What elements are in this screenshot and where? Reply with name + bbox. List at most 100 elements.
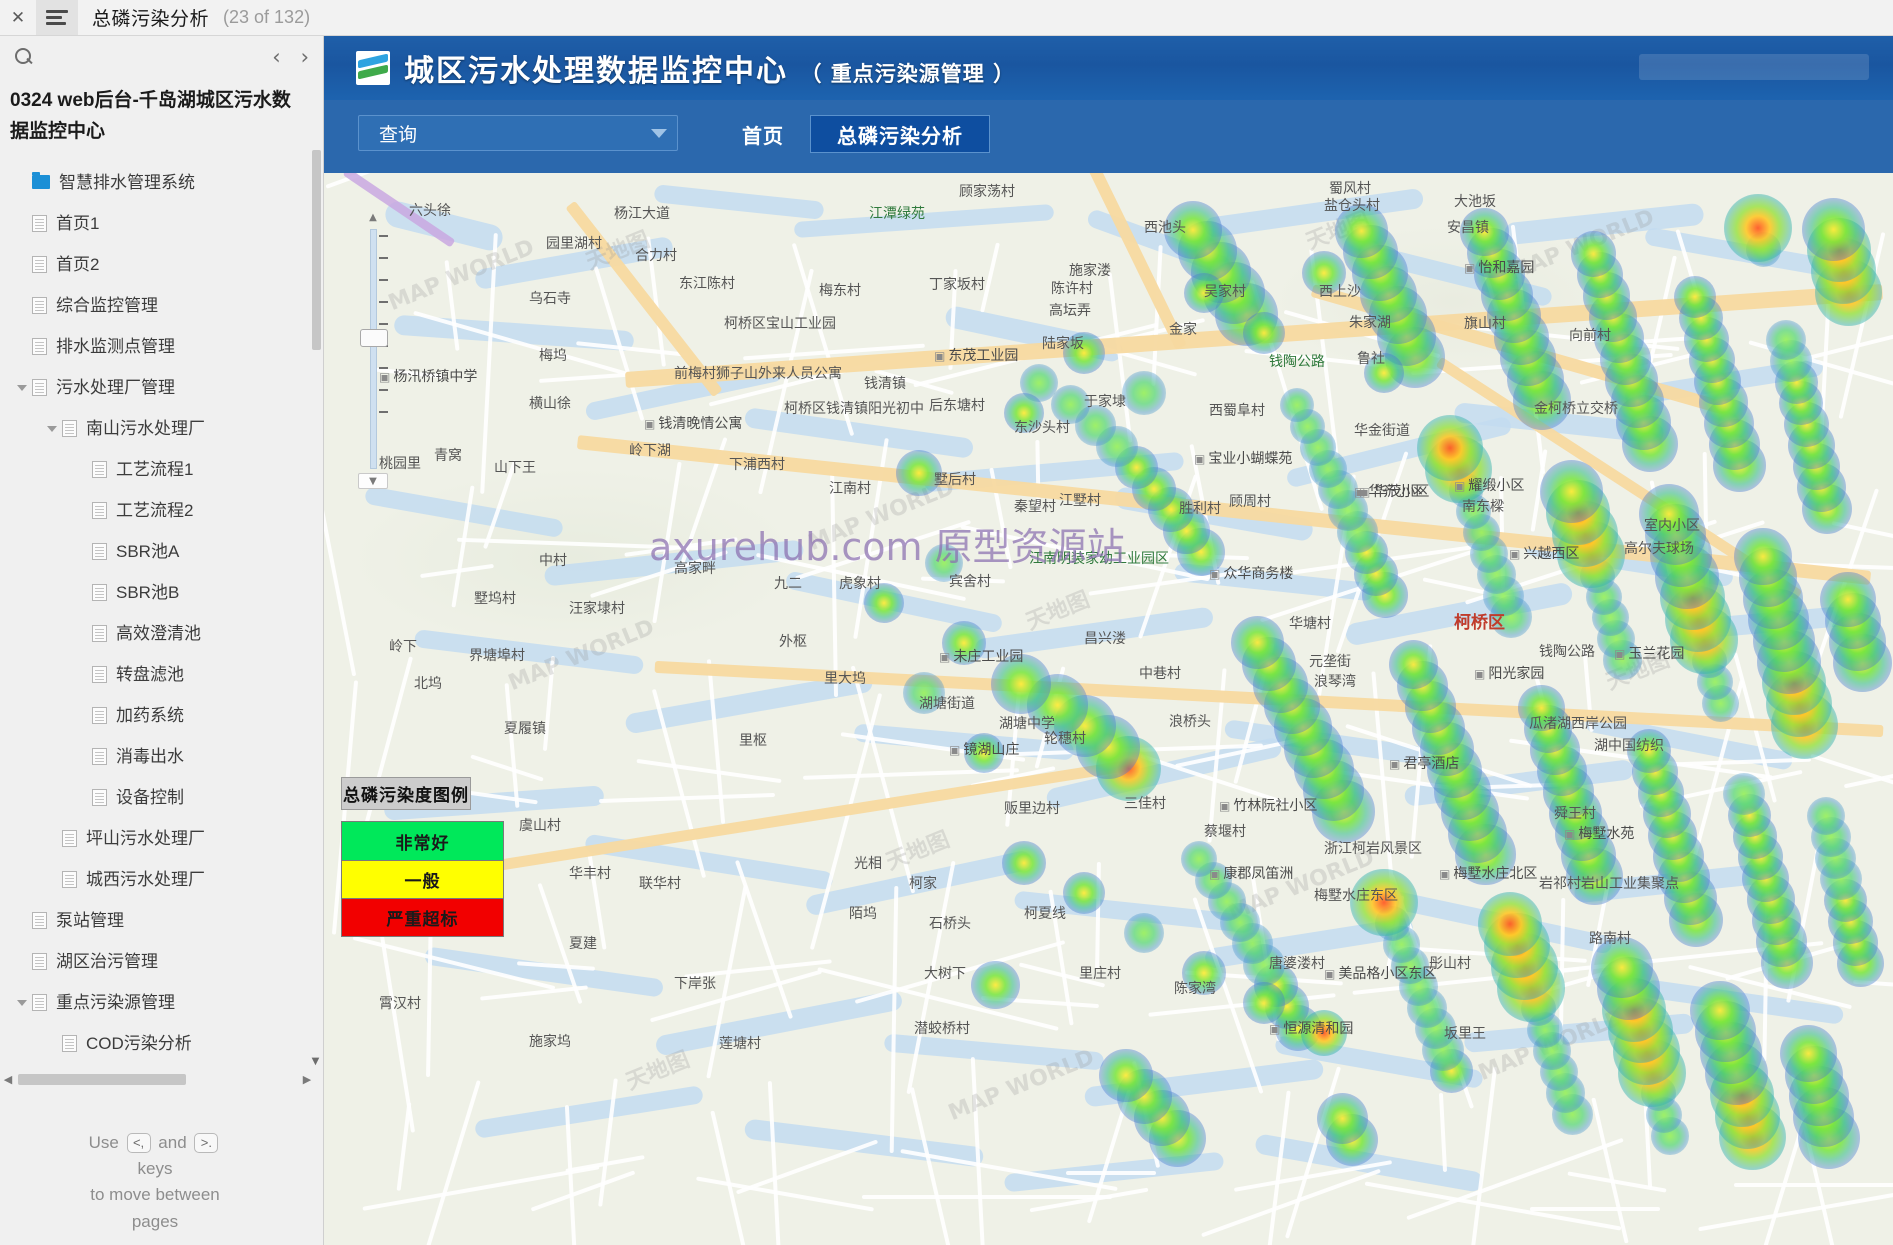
map-road bbox=[1698, 1192, 1893, 1232]
map-label: 东江陈村 bbox=[679, 276, 735, 292]
chevron-down-icon[interactable] bbox=[44, 420, 60, 436]
heat-marker bbox=[1122, 371, 1166, 415]
scrollbar-thumb[interactable] bbox=[312, 150, 321, 350]
map-label: 高尔夫球场 bbox=[1624, 541, 1694, 557]
sitemap-horizontal-scrollbar[interactable]: ◀ ▶ bbox=[0, 1068, 323, 1090]
heat-marker bbox=[1545, 480, 1611, 545]
map-label: 后东塘村 bbox=[929, 398, 985, 414]
sidebar-item[interactable]: SBR池A bbox=[0, 531, 323, 572]
sidebar-item[interactable]: 南山污水处理厂 bbox=[0, 408, 323, 449]
map-label: 墅坞村 bbox=[474, 591, 516, 607]
scroll-left-arrow[interactable]: ◀ bbox=[0, 1073, 16, 1086]
nav-tab[interactable]: 总磷污染分析 bbox=[810, 115, 990, 153]
sidebar-item[interactable]: 消毒出水 bbox=[0, 736, 323, 777]
zoom-out-button[interactable]: ▼ bbox=[358, 473, 388, 489]
sidebar-item-label: 首页2 bbox=[56, 254, 100, 274]
zoom-tick bbox=[379, 411, 388, 413]
sidebar-item[interactable]: 重点污染源管理 bbox=[0, 982, 323, 1023]
key-prev-icon: <, bbox=[126, 1133, 151, 1154]
map-label: 外枢 bbox=[779, 634, 807, 650]
map-label: 霄汉村 bbox=[379, 996, 421, 1012]
map-label: 湖中国纺织 bbox=[1594, 738, 1664, 754]
sidebar-item[interactable]: 综合监控管理 bbox=[0, 285, 323, 326]
map-water bbox=[653, 184, 825, 220]
sidebar-item[interactable]: 首页2 bbox=[0, 244, 323, 285]
map-label: 江南村 bbox=[829, 481, 871, 497]
sidebar-item-label: 重点污染源管理 bbox=[56, 992, 175, 1012]
sidebar-item[interactable]: 转盘滤池 bbox=[0, 654, 323, 695]
map-label: 金家 bbox=[1169, 322, 1197, 338]
sidebar-item[interactable]: SBR池B bbox=[0, 572, 323, 613]
close-icon[interactable]: ✕ bbox=[0, 0, 36, 35]
pollution-heatmap[interactable]: MAP WORLD 天地图 MAP WORLD 天地图 MAP WORLD 天地图 MAP … bbox=[324, 173, 1893, 1245]
sidebar-item[interactable]: 高效澄清池 bbox=[0, 613, 323, 654]
legend-row: 严重超标 bbox=[342, 898, 503, 936]
map-label: 虎象村 bbox=[839, 576, 881, 592]
scrollbar-thumb-horizontal[interactable] bbox=[18, 1074, 186, 1085]
heat-marker bbox=[1697, 664, 1734, 700]
help-line-2: keys bbox=[137, 1158, 173, 1178]
sidebar-item[interactable]: 工艺流程2 bbox=[0, 490, 323, 531]
zoom-slider-track[interactable] bbox=[370, 229, 377, 469]
legend-title: 总磷污染度图例 bbox=[341, 777, 471, 810]
sidebar-item[interactable]: 泵站管理 bbox=[0, 900, 323, 941]
map-label: 柯桥区宝山工业园 bbox=[724, 316, 836, 332]
query-select[interactable]: 查询 bbox=[358, 115, 678, 151]
sidebar-item[interactable]: 工艺流程1 bbox=[0, 449, 323, 490]
sidebar-item[interactable]: 坪山污水处理厂 bbox=[0, 818, 323, 859]
keyboard-help: Use <, and >. keys to move between pages bbox=[0, 1130, 310, 1235]
map-label: 施家溇 bbox=[1069, 263, 1111, 279]
sidebar-item[interactable]: 设备控制 bbox=[0, 777, 323, 818]
sidebar-item[interactable]: 污水处理厂管理 bbox=[0, 367, 323, 408]
page-nav-arrows: ‹ › bbox=[272, 46, 309, 68]
sitemap-vertical-scrollbar[interactable] bbox=[310, 78, 323, 1078]
map-label: 鲁社 bbox=[1357, 351, 1385, 367]
sidebar-item[interactable]: 智慧排水管理系统 bbox=[0, 162, 323, 203]
prev-page-button[interactable]: ‹ bbox=[272, 46, 280, 68]
map-road bbox=[1790, 1073, 1838, 1245]
heat-marker bbox=[1806, 796, 1846, 836]
map-label: 西上沙 bbox=[1319, 284, 1361, 300]
sidebar-item-label: 湖区治污管理 bbox=[56, 951, 158, 971]
map-road bbox=[324, 456, 357, 677]
next-page-button[interactable]: › bbox=[301, 46, 309, 68]
map-label: 胜利村 bbox=[1179, 501, 1221, 517]
nav-tab[interactable]: 首页 bbox=[716, 115, 810, 153]
chevron-down-icon[interactable] bbox=[14, 379, 30, 395]
help-joiner: and bbox=[158, 1132, 187, 1152]
map-label: 兴越西区 bbox=[1509, 543, 1579, 563]
sidebar-item[interactable]: 加药系统 bbox=[0, 695, 323, 736]
map-label: 安昌镇 bbox=[1447, 220, 1489, 236]
chevron-down-icon[interactable] bbox=[14, 994, 30, 1010]
zoom-in-button[interactable]: ▲ bbox=[358, 209, 388, 225]
caret-spacer bbox=[74, 502, 90, 518]
sidebar-item[interactable]: 城西污水处理厂 bbox=[0, 859, 323, 900]
map-label: 宝业小蝴蝶苑 bbox=[1194, 448, 1292, 468]
page-title: 总磷污染分析 bbox=[92, 9, 210, 30]
project-title: 0324 web后台-千岛湖城区污水数据监控中心 bbox=[10, 90, 291, 142]
map-road bbox=[1131, 1060, 1161, 1169]
map-road bbox=[1810, 753, 1893, 831]
map-label: 金柯桥立交桥 bbox=[1534, 401, 1618, 417]
map-label: 向前村 bbox=[1569, 328, 1611, 344]
map-canvas[interactable]: MAP WORLD 天地图 MAP WORLD 天地图 MAP WORLD 天地图 MAP … bbox=[324, 173, 1893, 1245]
scroll-down-arrow[interactable]: ▼ bbox=[309, 1055, 322, 1069]
heat-marker bbox=[1586, 579, 1622, 615]
scroll-right-arrow[interactable]: ▶ bbox=[290, 1073, 323, 1086]
scrollbar-track[interactable] bbox=[16, 1072, 290, 1086]
sidebar-item-label: 工艺流程1 bbox=[116, 459, 194, 479]
sidebar-item-label: 坪山污水处理厂 bbox=[86, 828, 205, 848]
heat-marker bbox=[1713, 439, 1766, 492]
page-icon bbox=[92, 665, 107, 683]
sidebar-item[interactable]: 湖区治污管理 bbox=[0, 941, 323, 982]
map-road bbox=[636, 758, 782, 784]
map-zoom-control[interactable]: ▲ ▼ bbox=[352, 209, 394, 489]
sidebar-item[interactable]: COD污染分析 bbox=[0, 1023, 323, 1064]
hamburger-icon[interactable] bbox=[36, 0, 78, 35]
map-label: 界塘埠村 bbox=[469, 648, 525, 664]
sidebar-item[interactable]: 首页1 bbox=[0, 203, 323, 244]
search-icon[interactable] bbox=[14, 47, 34, 67]
sidebar-item[interactable]: 排水监测点管理 bbox=[0, 326, 323, 367]
wave-logo-icon bbox=[356, 51, 390, 85]
zoom-slider-thumb[interactable] bbox=[360, 329, 388, 347]
